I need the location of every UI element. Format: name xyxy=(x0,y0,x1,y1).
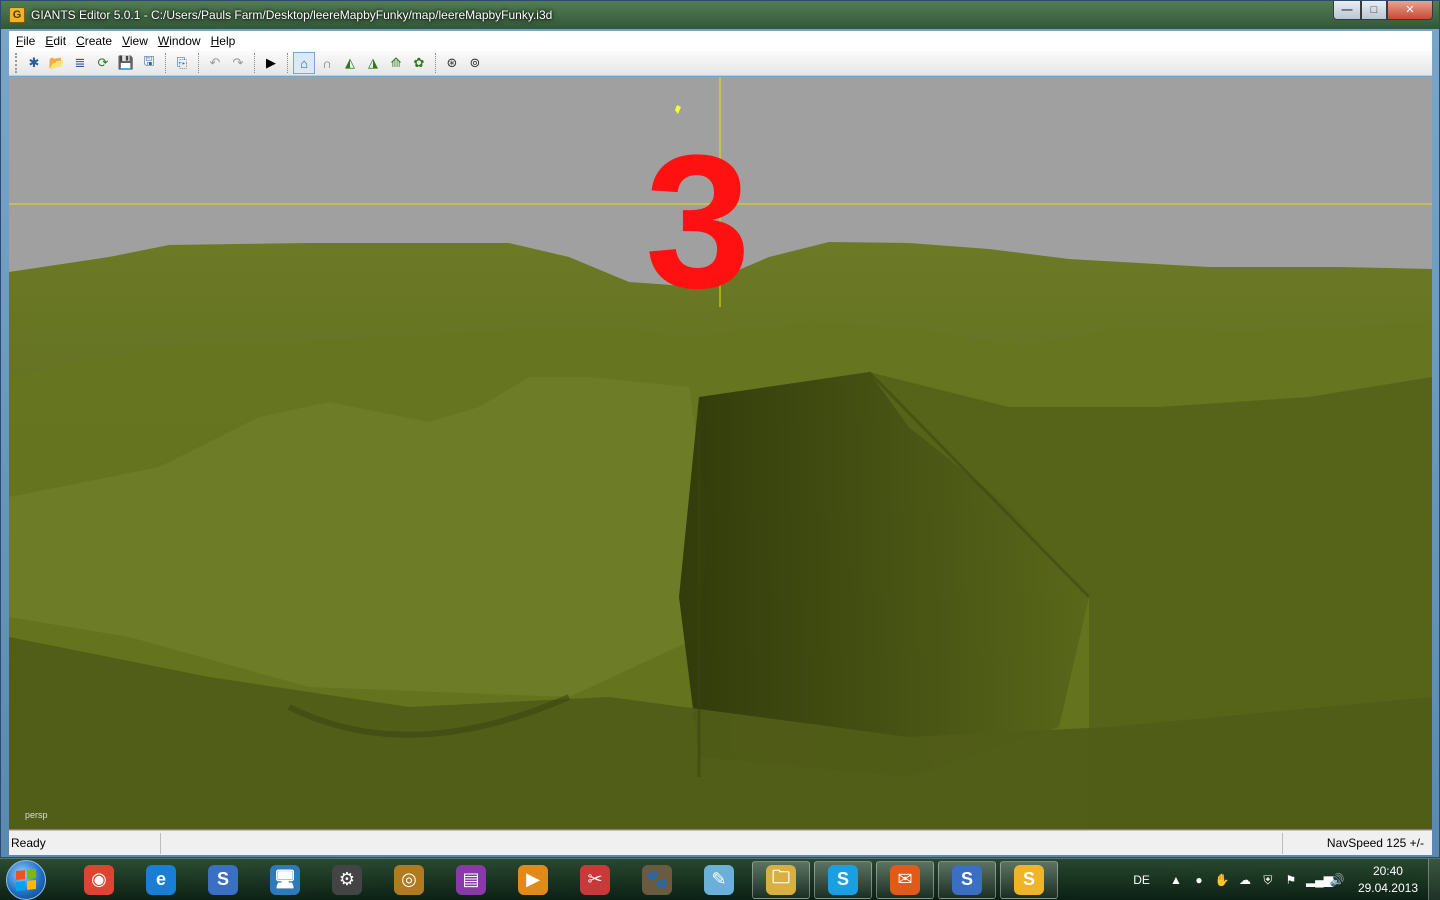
gimp-icon: 🐾 xyxy=(642,864,672,895)
menu-bar: File Edit Create View Window Help xyxy=(9,31,1432,51)
disc-burner-icon: ◎ xyxy=(394,864,424,895)
computer-icon: 🖥 xyxy=(270,864,300,895)
open-icon[interactable]: 📂 xyxy=(46,52,68,74)
clock-date: 29.04.2013 xyxy=(1357,881,1418,895)
windows-logo-icon xyxy=(16,868,36,891)
green-app-tray-icon[interactable]: ● xyxy=(1191,872,1207,888)
taskbar-app-button[interactable]: S xyxy=(1000,860,1058,899)
terrain-paint-icon[interactable]: ◮ xyxy=(362,52,384,74)
menu-view[interactable]: View xyxy=(119,34,155,48)
menu-help[interactable]: Help xyxy=(208,34,243,48)
taskbar-app-button[interactable]: ⚙ xyxy=(318,861,376,899)
save-icon[interactable]: 💾 xyxy=(115,52,137,74)
export-icon[interactable]: ⎘ xyxy=(171,52,193,74)
orange-app-tray-icon[interactable]: ☁ xyxy=(1237,872,1253,888)
select-mode-icon[interactable]: ⌂ xyxy=(293,52,315,74)
action-center-flag-icon[interactable]: ⚑ xyxy=(1283,872,1299,888)
show-desktop-button[interactable] xyxy=(1428,859,1440,900)
window-title: GIANTS Editor 5.0.1 - C:/Users/Pauls Far… xyxy=(31,8,553,22)
taskbar-app-button[interactable]: e xyxy=(132,861,190,899)
giants-app-icon[interactable]: G xyxy=(9,7,25,23)
3d-viewport[interactable]: 3 persp xyxy=(9,77,1432,829)
terrain-sculpt-icon[interactable]: ◭ xyxy=(339,52,361,74)
tray-icon-list: ▲ ● ✋ ☁ ⛨ ⚑ ▂▄▆ 🔊 xyxy=(1168,872,1352,888)
file-explorer-icon: 🗀 xyxy=(766,864,796,895)
terrain-level-icon[interactable]: ⟰ xyxy=(385,52,407,74)
taskbar-app-button[interactable]: S xyxy=(814,860,872,899)
toolbar-separator xyxy=(254,53,256,73)
play-icon[interactable]: ▶ xyxy=(260,52,282,74)
show-hidden-icons-icon[interactable]: ▲ xyxy=(1168,872,1184,888)
notepad-icon: ✎ xyxy=(704,864,734,895)
caption-buttons: — □ ✕ xyxy=(1333,1,1433,20)
antivirus-tray-icon[interactable]: ⛨ xyxy=(1260,872,1276,888)
taskbar-app-button[interactable]: S xyxy=(194,861,252,899)
taskbar-app-button[interactable]: ◎ xyxy=(380,861,438,899)
mail-icon: ✉ xyxy=(890,864,920,895)
taskbar-app-button[interactable]: ✎ xyxy=(690,861,748,899)
toolbar-separator xyxy=(198,53,200,73)
title-bar[interactable]: G GIANTS Editor 5.0.1 - C:/Users/Pauls F… xyxy=(1,1,1439,29)
taskbar-app-button[interactable]: 🐾 xyxy=(628,861,686,899)
reload-icon[interactable]: ⟳ xyxy=(92,52,114,74)
taskbar-app-list: ◉ e S 🖥 ⚙ ◎ ▤ ▶ ✂ 🐾 ✎ 🗀 S ✉ S S xyxy=(66,860,1058,899)
taskbar-app-button[interactable]: ✉ xyxy=(876,860,934,899)
taskbar-app-button[interactable]: 🗀 xyxy=(752,860,810,899)
toolbar-separator xyxy=(435,53,437,73)
snipping-tool-icon: ✂ xyxy=(580,864,610,895)
move-mode-icon[interactable]: ∩ xyxy=(316,52,338,74)
menu-edit[interactable]: Edit xyxy=(42,34,73,48)
skype-icon: S xyxy=(828,864,858,895)
clock[interactable]: 20:40 29.04.2013 xyxy=(1358,863,1418,897)
menu-window[interactable]: Window xyxy=(155,34,208,48)
countdown-number: 3 xyxy=(645,116,751,328)
taskbar-app-button[interactable]: ▶ xyxy=(504,861,562,899)
toolbar-separator xyxy=(165,53,167,73)
start-button[interactable] xyxy=(6,859,46,900)
language-indicator[interactable]: DE xyxy=(1133,873,1150,887)
undo-icon[interactable]: ↶ xyxy=(204,52,226,74)
camera-settings-icon[interactable]: ⊚ xyxy=(464,52,486,74)
taskbar-app-button[interactable]: ✂ xyxy=(566,861,624,899)
toolbar-grip[interactable] xyxy=(15,53,19,73)
giants-editor-window: G GIANTS Editor 5.0.1 - C:/Users/Pauls F… xyxy=(0,0,1440,858)
status-bar: Ready NavSpeed 125 +/- xyxy=(9,830,1432,855)
hand-tray-icon[interactable]: ✋ xyxy=(1214,872,1230,888)
nav-speed-indicator: NavSpeed 125 +/- xyxy=(1282,832,1432,854)
camera-label: persp xyxy=(25,810,48,820)
status-text: Ready xyxy=(9,832,161,854)
menu-create[interactable]: Create xyxy=(73,34,119,48)
winrar-icon: ▤ xyxy=(456,864,486,895)
minimize-button[interactable]: — xyxy=(1333,1,1361,20)
giants-editor-icon: S xyxy=(952,864,982,895)
taskbar-app-button[interactable]: ▤ xyxy=(442,861,500,899)
giants-editor-old-icon: S xyxy=(208,864,238,895)
system-tray: DE ▲ ● ✋ ☁ ⛨ ⚑ ▂▄▆ 🔊 20:40 29.04.2013 xyxy=(1133,859,1440,900)
import-icon[interactable]: ≣ xyxy=(69,52,91,74)
toolbar-separator xyxy=(287,53,289,73)
taskbar: ◉ e S 🖥 ⚙ ◎ ▤ ▶ ✂ 🐾 ✎ 🗀 S ✉ S S DE ▲ ● ✋ ☁ ⛨ ⚑ ▂▄▆ 🔊 20:40 29.… xyxy=(0,858,1440,900)
render-settings-icon[interactable]: ⊛ xyxy=(441,52,463,74)
nav-speed-text: NavSpeed 125 +/- xyxy=(1326,835,1424,850)
volume-icon[interactable]: 🔊 xyxy=(1329,872,1345,888)
redo-icon[interactable]: ↷ xyxy=(227,52,249,74)
giants-editor-active-icon: S xyxy=(1014,864,1044,895)
internet-explorer-icon: e xyxy=(146,864,176,895)
media-player-icon: ▶ xyxy=(518,864,548,895)
settings-gear-icon: ⚙ xyxy=(332,864,362,895)
main-toolbar: ✱ 📂 ≣ ⟳ 💾 🖫 ⎘ ↶ ↷ ▶ ⌂ ∩ ◭ ◮ ⟰ ✿ ⊛ ⊚ xyxy=(9,51,1432,76)
maximize-button[interactable]: □ xyxy=(1361,1,1387,20)
network-signal-icon[interactable]: ▂▄▆ xyxy=(1306,872,1333,888)
save-as-icon[interactable]: 🖫 xyxy=(138,52,160,74)
new-scene-icon[interactable]: ✱ xyxy=(23,52,45,74)
taskbar-app-button[interactable]: S xyxy=(938,860,996,899)
taskbar-app-button[interactable]: 🖥 xyxy=(256,861,314,899)
foliage-paint-icon[interactable]: ✿ xyxy=(408,52,430,74)
close-button[interactable]: ✕ xyxy=(1387,1,1433,20)
chrome-icon: ◉ xyxy=(84,864,114,895)
menu-file[interactable]: File xyxy=(13,34,42,48)
taskbar-app-button[interactable]: ◉ xyxy=(70,861,128,899)
clock-time: 20:40 xyxy=(1372,864,1403,878)
